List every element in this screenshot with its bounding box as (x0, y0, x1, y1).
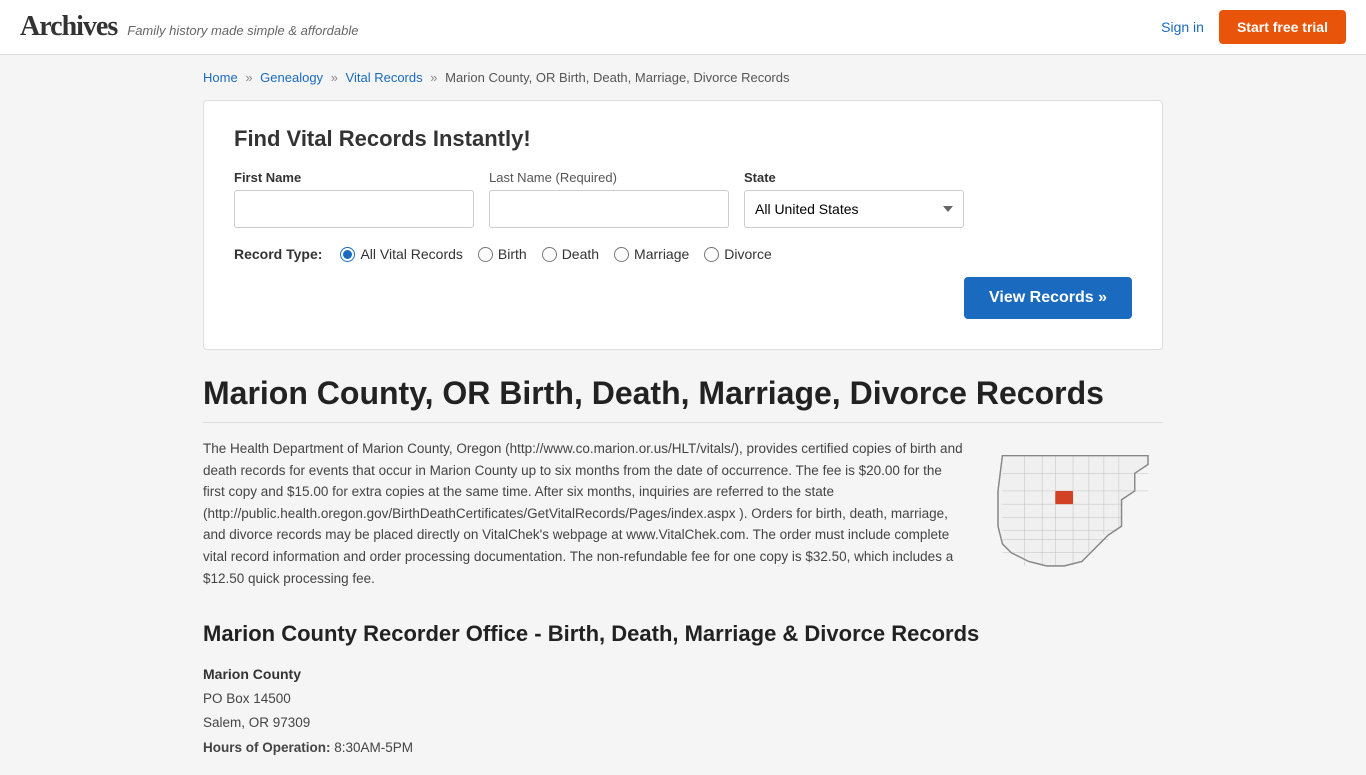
breadcrumb-sep-1: » (245, 70, 252, 85)
search-fields: First Name Last Name (Required) State Al… (234, 170, 1132, 228)
radio-input-death[interactable] (542, 247, 557, 262)
office-info: Marion County PO Box 14500 Salem, OR 973… (203, 662, 1163, 760)
search-actions: View Records » (234, 277, 1132, 319)
last-name-input[interactable] (489, 190, 729, 228)
record-type-row: Record Type: All Vital Records Birth Dea… (234, 246, 1132, 262)
logo-tagline: Family history made simple & affordable (127, 23, 358, 38)
first-name-group: First Name (234, 170, 474, 228)
first-name-input[interactable] (234, 190, 474, 228)
body-text: The Health Department of Marion County, … (203, 438, 963, 591)
radio-all-vital[interactable]: All Vital Records (340, 246, 462, 262)
start-trial-button[interactable]: Start free trial (1219, 10, 1346, 44)
radio-birth[interactable]: Birth (478, 246, 527, 262)
state-label: State (744, 170, 964, 185)
breadcrumb: Home » Genealogy » Vital Records » Mario… (203, 70, 1163, 85)
header: Archives Family history made simple & af… (0, 0, 1366, 55)
radio-input-all[interactable] (340, 247, 355, 262)
breadcrumb-sep-2: » (331, 70, 338, 85)
radio-group: All Vital Records Birth Death Marriage D… (340, 246, 771, 262)
recorder-title: Marion County Recorder Office - Birth, D… (203, 621, 1163, 647)
breadcrumb-genealogy[interactable]: Genealogy (260, 70, 323, 85)
oregon-map (983, 438, 1163, 588)
search-title: Find Vital Records Instantly! (234, 126, 1132, 152)
content-section: The Health Department of Marion County, … (203, 438, 1163, 591)
radio-input-marriage[interactable] (614, 247, 629, 262)
page-title: Marion County, OR Birth, Death, Marriage… (203, 375, 1163, 423)
main-content: Home » Genealogy » Vital Records » Mario… (183, 55, 1183, 775)
office-address1: PO Box 14500 (203, 687, 1163, 711)
radio-input-birth[interactable] (478, 247, 493, 262)
office-address2: Salem, OR 97309 (203, 711, 1163, 735)
radio-input-divorce[interactable] (704, 247, 719, 262)
breadcrumb-vital-records[interactable]: Vital Records (346, 70, 423, 85)
first-name-label: First Name (234, 170, 474, 185)
last-name-label: Last Name (Required) (489, 170, 729, 185)
state-select[interactable]: All United States Alabama Alaska Arizona… (744, 190, 964, 228)
search-box: Find Vital Records Instantly! First Name… (203, 100, 1163, 350)
logo: Archives (20, 11, 117, 43)
state-group: State All United States Alabama Alaska A… (744, 170, 964, 228)
header-left: Archives Family history made simple & af… (20, 11, 358, 43)
breadcrumb-sep-3: » (430, 70, 437, 85)
header-right: Sign in Start free trial (1161, 10, 1346, 44)
last-name-group: Last Name (Required) (489, 170, 729, 228)
sign-in-link[interactable]: Sign in (1161, 19, 1204, 35)
map-container (983, 438, 1163, 591)
radio-marriage[interactable]: Marriage (614, 246, 689, 262)
hours-label: Hours of Operation: (203, 740, 331, 755)
breadcrumb-home[interactable]: Home (203, 70, 238, 85)
record-type-label: Record Type: (234, 246, 322, 262)
view-records-button[interactable]: View Records » (964, 277, 1132, 319)
hours-value: 8:30AM-5PM (334, 740, 413, 755)
office-hours: Hours of Operation: 8:30AM-5PM (203, 736, 1163, 760)
breadcrumb-current: Marion County, OR Birth, Death, Marriage… (445, 70, 789, 85)
radio-divorce[interactable]: Divorce (704, 246, 771, 262)
office-name: Marion County (203, 662, 1163, 687)
radio-death[interactable]: Death (542, 246, 599, 262)
